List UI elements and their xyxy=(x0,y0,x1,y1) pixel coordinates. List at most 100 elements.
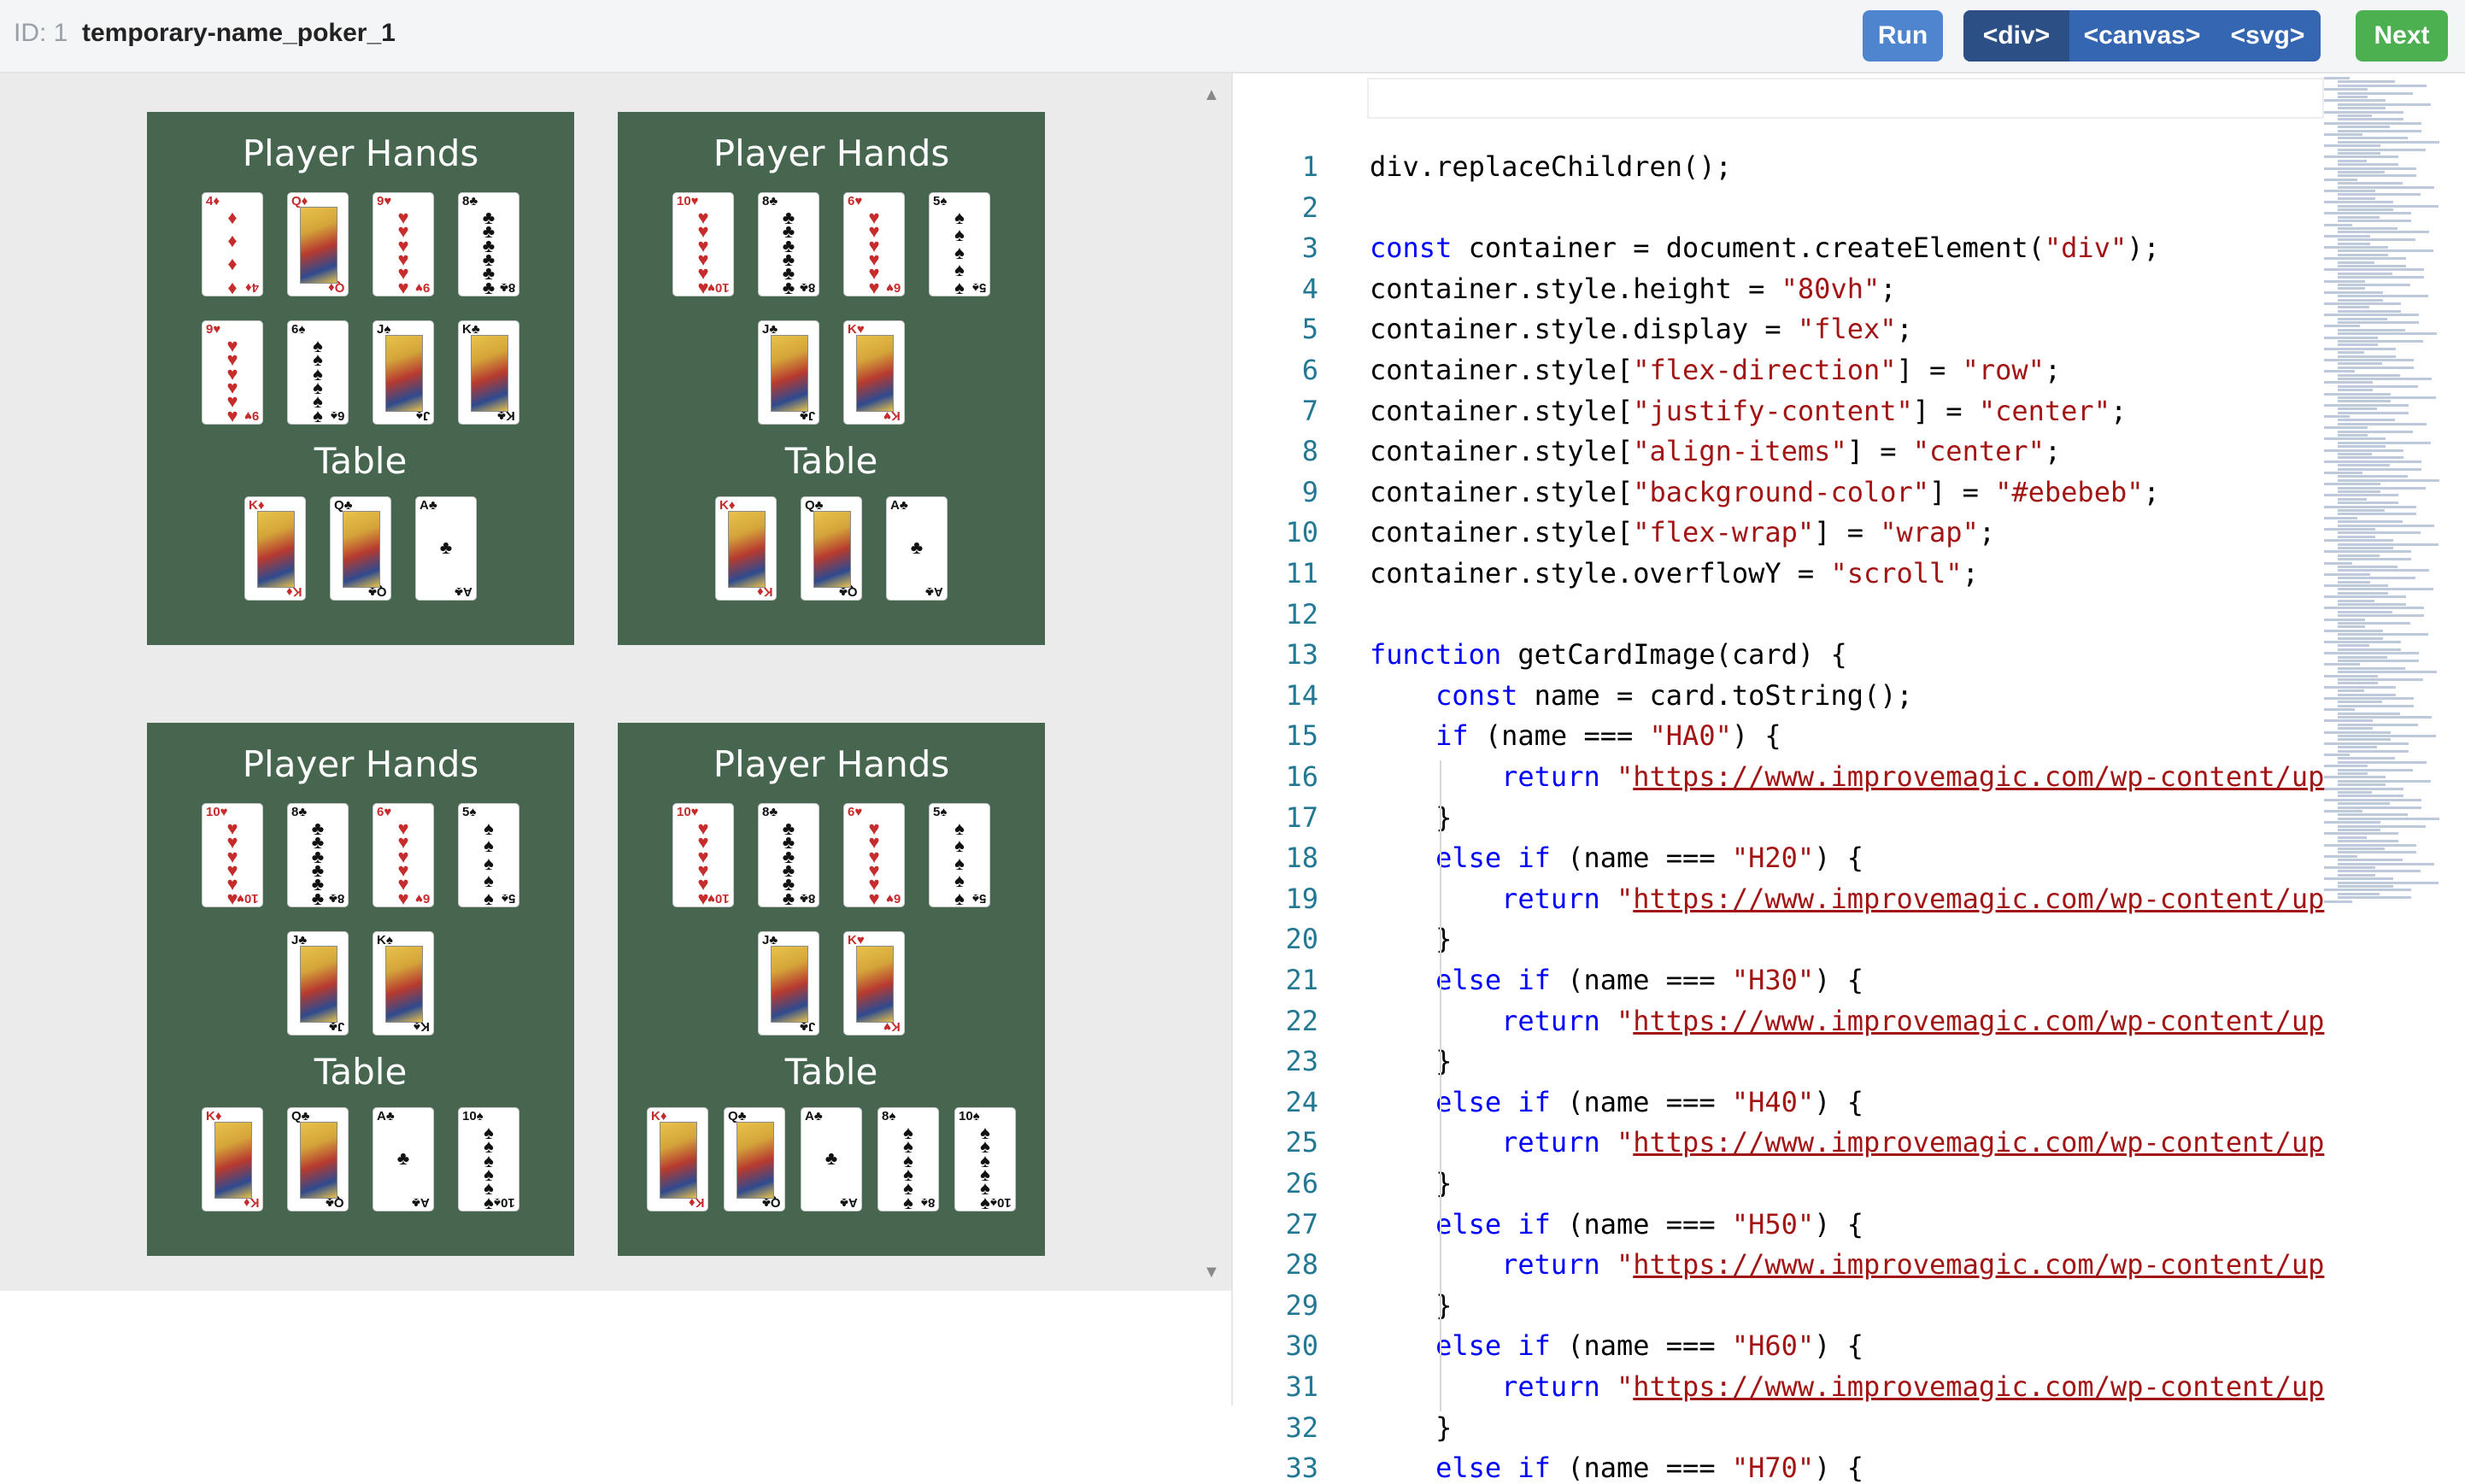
minimap-line xyxy=(2324,426,2368,430)
playing-card: K♥ K♥ xyxy=(843,931,905,1035)
mode-div-button[interactable]: <div> xyxy=(1963,10,2069,62)
minimap-line xyxy=(2338,892,2380,895)
minimap-line xyxy=(2338,591,2388,595)
minimap-line xyxy=(2338,547,2393,549)
minimap-line xyxy=(2338,712,2400,715)
playing-card: K♣ K♣ xyxy=(458,320,519,425)
card-rank: K♦ xyxy=(651,1109,667,1123)
minimap-line xyxy=(2324,257,2406,261)
minimap-line xyxy=(2338,430,2413,433)
card-rank: A♣ xyxy=(412,1195,430,1210)
code-line[interactable]: container.style["background-color"] = "#… xyxy=(1370,476,2160,508)
minimap-line xyxy=(2324,347,2396,350)
code-line[interactable]: container.style.height = "80vh"; xyxy=(1370,273,1897,305)
minimap-line xyxy=(2338,614,2424,618)
code-line[interactable]: else if (name === "H60") { xyxy=(1370,1329,1863,1362)
minimap-line xyxy=(2324,866,2375,869)
code-line[interactable]: container.style["align-items"] = "center… xyxy=(1370,435,2061,467)
club-pip-icon: ♣ xyxy=(910,537,924,558)
code-line[interactable]: container.style["flex-direction"] = "row… xyxy=(1370,354,2061,386)
face-card-art-icon xyxy=(660,1122,697,1199)
card-rank: 10♠ xyxy=(462,1109,484,1123)
minimap-line xyxy=(2324,336,2378,339)
code-line[interactable]: else if (name === "H30") { xyxy=(1370,964,1863,996)
minimap-line xyxy=(2324,472,2362,474)
code-line[interactable]: return "https://www.improvemagic.com/wp-… xyxy=(1370,760,2324,793)
code-line[interactable]: return "https://www.improvemagic.com/wp-… xyxy=(1370,1005,2324,1037)
minimap-line xyxy=(2338,531,2421,535)
minimap-line xyxy=(2338,873,2375,877)
club-pip-icon: ♣ xyxy=(825,1147,838,1169)
code-line[interactable]: container.style["justify-content"] = "ce… xyxy=(1370,395,2127,427)
line-number: 14 xyxy=(1285,678,1318,712)
code-line[interactable]: } xyxy=(1370,1411,1452,1444)
minimap-line xyxy=(2338,813,2408,817)
playing-card: K♦ K♦ xyxy=(202,1107,263,1211)
minimap-line xyxy=(2324,370,2355,373)
code-line[interactable]: const name = card.toString(); xyxy=(1370,679,1913,712)
next-button[interactable]: Next xyxy=(2356,10,2448,62)
playing-card: Q♣ Q♣ xyxy=(330,496,391,601)
scroll-down-arrow-icon[interactable]: ▼ xyxy=(1203,1263,1220,1282)
minimap-line xyxy=(2338,588,2433,591)
code-line[interactable]: div.replaceChildren(); xyxy=(1370,150,1732,183)
code-line[interactable]: if (name === "HA0") { xyxy=(1370,719,1781,752)
minimap-line xyxy=(2338,84,2427,87)
minimap-line xyxy=(2324,268,2424,272)
mode-svg-button[interactable]: <svg> xyxy=(2215,10,2321,62)
minimap-line xyxy=(2338,660,2419,662)
minimap-line xyxy=(2338,881,2439,884)
playing-card: A♣ A♣ ♣ xyxy=(415,496,477,601)
code-line[interactable]: else if (name === "H50") { xyxy=(1370,1208,1863,1241)
code-line[interactable]: return "https://www.improvemagic.com/wp-… xyxy=(1370,1370,2324,1403)
minimap-line xyxy=(2338,242,2370,245)
spade-pip-icon: ♠ xyxy=(954,276,965,296)
code-line[interactable]: container.style.overflowY = "scroll"; xyxy=(1370,557,1979,589)
preview-pane[interactable]: Player Hands 4♦ 4♦ ♦ ♦ ♦ ♦ Q♦ Q♦ 9♥ 9♥ ♥ ♥ ♥ ♥ ♥ ♥ 8♣ 8♣ ♣ ♣… xyxy=(0,73,1231,1291)
card-rank: 8♣ xyxy=(762,805,778,819)
editor-minimap[interactable] xyxy=(2324,77,2452,931)
playing-card: 5♠ 5♠ ♠ ♠ ♠ ♠ ♠ xyxy=(458,803,519,907)
minimap-line xyxy=(2324,144,2380,148)
playing-card: 10♥ 10♥ ♥ ♥ ♥ ♥ ♥ ♥ xyxy=(202,803,263,907)
minimap-line xyxy=(2324,167,2416,170)
code-line[interactable]: function getCardImage(card) { xyxy=(1370,638,1847,671)
code-line[interactable]: return "https://www.improvemagic.com/wp-… xyxy=(1370,883,2324,915)
run-button[interactable]: Run xyxy=(1863,10,1943,62)
playing-card: Q♣ Q♣ xyxy=(801,496,862,601)
card-rank: K♦ xyxy=(719,498,736,513)
face-card-art-icon xyxy=(856,335,894,412)
minimap-line xyxy=(2338,817,2439,820)
spade-pip-icon: ♠ xyxy=(954,887,965,907)
spade-pip-icon: ♠ xyxy=(313,404,323,425)
code-line[interactable]: return "https://www.improvemagic.com/wp-… xyxy=(1370,1126,2324,1158)
minimap-line xyxy=(2338,129,2421,132)
code-line[interactable]: const container = document.createElement… xyxy=(1370,232,2160,264)
code-line[interactable]: container.style.display = "flex"; xyxy=(1370,313,1913,345)
playing-card: 10♠ 10♠ ♠ ♠ ♠ ♠ ♠ ♠ xyxy=(458,1107,519,1211)
minimap-line xyxy=(2338,453,2372,455)
card-rank: J♣ xyxy=(762,322,778,337)
minimap-line xyxy=(2338,464,2390,467)
card-rank: 4♦ xyxy=(206,194,220,208)
card-rank: Q♣ xyxy=(805,498,824,513)
diamond-pip-icon: ♦ xyxy=(227,207,238,228)
code-line[interactable]: else if (name === "H70") { xyxy=(1370,1452,1863,1484)
code-line[interactable]: container.style["flex-wrap"] = "wrap"; xyxy=(1370,516,1995,548)
poker-panel: Player Hands 4♦ 4♦ ♦ ♦ ♦ ♦ Q♦ Q♦ 9♥ 9♥ ♥ ♥ ♥ ♥ ♥ ♥ 8♣ 8♣ ♣ ♣… xyxy=(147,112,574,645)
minimap-line xyxy=(2324,652,2419,655)
playing-card: A♣ A♣ ♣ xyxy=(373,1107,434,1211)
scroll-up-arrow-icon[interactable]: ▲ xyxy=(1203,85,1220,105)
playing-card: 9♥ 9♥ ♥ ♥ ♥ ♥ ♥ ♥ xyxy=(202,320,263,425)
minimap-line xyxy=(2338,693,2396,696)
code-editor[interactable]: 1 div.replaceChildren(); 2 3 const container… xyxy=(1231,73,2465,1484)
code-line[interactable]: else if (name === "H40") { xyxy=(1370,1086,1863,1118)
minimap-line xyxy=(2338,859,2403,862)
code-line[interactable]: else if (name === "H20") { xyxy=(1370,842,1863,874)
face-card-art-icon xyxy=(257,511,295,588)
mode-canvas-button[interactable]: <canvas> xyxy=(2069,10,2215,62)
minimap-line xyxy=(2324,246,2388,249)
code-line[interactable]: return "https://www.improvemagic.com/wp-… xyxy=(1370,1248,2324,1281)
minimap-line xyxy=(2324,223,2352,226)
card-rank: 5♠ xyxy=(933,805,948,819)
